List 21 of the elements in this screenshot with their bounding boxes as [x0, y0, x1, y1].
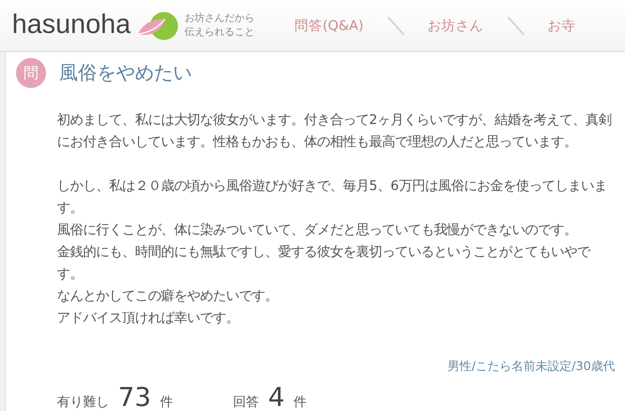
nav-link[interactable]: 問答(Q&A)	[294, 16, 364, 34]
stat-unit: 件	[294, 394, 307, 411]
question-badge: 問	[16, 58, 46, 88]
question-text: 風俗に行くことが、体に染みついていて、ダメだと思っていても我慢ができないのです。	[57, 222, 578, 240]
nav-link[interactable]: お坊さん	[428, 16, 484, 34]
question-title: 風俗をやめたい	[59, 61, 192, 86]
site-logo[interactable]: hasunoha	[12, 9, 131, 40]
question-text: 金銭的にも、時間的にも無駄ですし、愛する彼女を裏切っているということがとてもいやです。	[57, 244, 592, 284]
stat-count: 73	[118, 387, 152, 409]
question-text: しかし、私は２０歳の頃から風俗遊びが好きで、毎月5、6万円は風俗にお金を使ってしまいます。	[57, 178, 608, 218]
tagline: 伝えられること	[184, 26, 255, 40]
author-link[interactable]: 男性/こたら名前未設定/30歳代	[448, 359, 615, 373]
stat-count: 4	[268, 387, 285, 409]
stat-label: 回答	[233, 394, 260, 411]
tagline: お坊さんだから	[184, 12, 255, 26]
nav-link[interactable]: お寺	[548, 16, 576, 34]
question-text: アドバイス頂ければ幸いです。	[57, 310, 240, 328]
question-text: なんとかしてこの癖をやめたいです。	[57, 288, 279, 306]
stat-unit: 件	[160, 394, 174, 411]
question-text: 初めまして、私には大切な彼女がいます。付き合って2ヶ月くらいですが、結婚を考えて、真剣にお付き合いしています。性格もかおも、体の相性も最高で理想の人だと思っています。	[57, 112, 612, 152]
stat-label: 有り難し	[57, 394, 109, 411]
